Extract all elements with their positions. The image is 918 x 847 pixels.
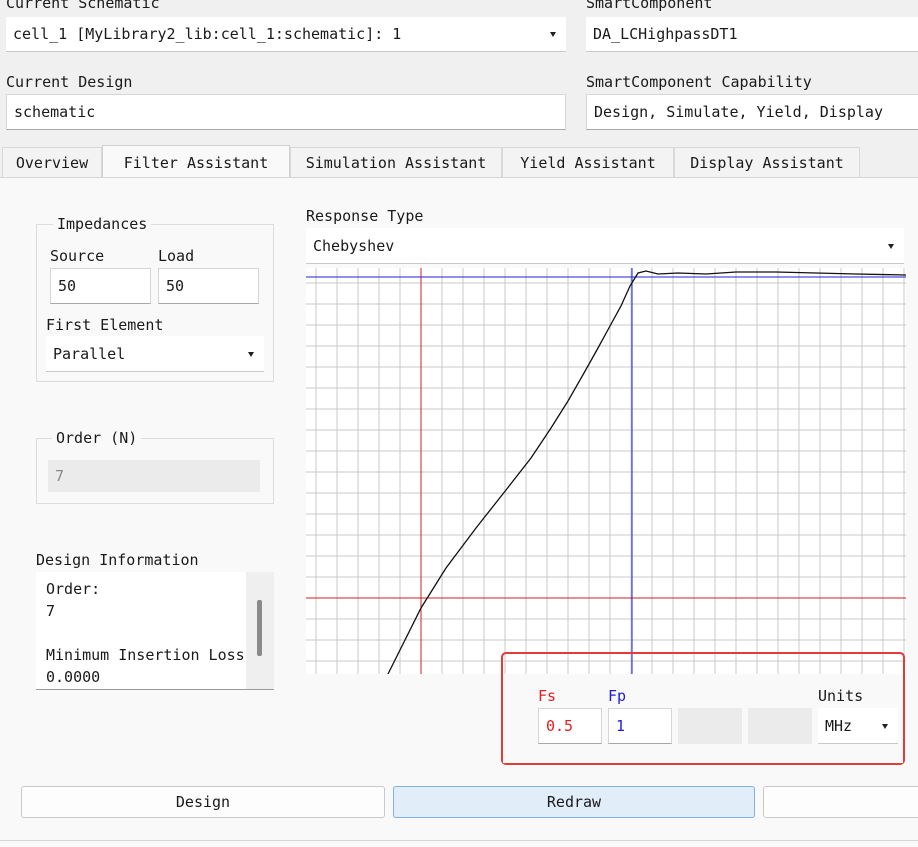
first-element-label: First Element xyxy=(46,316,164,334)
capability-field[interactable]: Design, Simulate, Yield, Display xyxy=(586,94,918,130)
first-element-dropdown[interactable]: Parallel xyxy=(46,336,264,372)
extra-freq-input-2[interactable] xyxy=(748,708,812,744)
fs-label: Fs xyxy=(538,687,557,705)
fp-value: 1 xyxy=(616,717,626,735)
redraw-button[interactable]: Redraw xyxy=(393,786,755,818)
current-design-value: schematic xyxy=(14,103,96,121)
chevron-down-icon xyxy=(882,723,888,729)
info-scrollbar[interactable] xyxy=(246,572,274,689)
design-information-box[interactable]: Order: 7 Minimum Insertion Loss 0.0000 xyxy=(36,572,274,690)
smart-component-field[interactable]: DA_LCHighpassDT1 xyxy=(586,17,918,52)
impedances-title: Impedances xyxy=(53,215,152,233)
first-element-value: Parallel xyxy=(53,344,126,363)
response-type-label: Response Type xyxy=(306,207,424,225)
capability-value: Design, Simulate, Yield, Display xyxy=(594,103,883,121)
units-label: Units xyxy=(818,687,864,705)
units-dropdown[interactable]: MHz xyxy=(818,708,898,744)
current-design-label: Current Design xyxy=(6,73,133,91)
units-value: MHz xyxy=(825,716,853,735)
tab-display-assistant[interactable]: Display Assistant xyxy=(674,147,860,178)
fs-value: 0.5 xyxy=(546,717,574,735)
tab-filter-assistant[interactable]: Filter Assistant xyxy=(102,145,290,179)
smart-component-label: SmartComponent xyxy=(586,0,713,12)
current-design-field[interactable]: schematic xyxy=(6,94,566,130)
tab-yield-assistant[interactable]: Yield Assistant xyxy=(502,147,674,178)
info-line: 0.0000 xyxy=(46,668,101,686)
extra-freq-input-1[interactable] xyxy=(678,708,742,744)
info-line: 7 xyxy=(46,602,56,620)
source-label: Source xyxy=(50,247,105,265)
third-button[interactable] xyxy=(763,786,918,818)
fp-input[interactable]: 1 xyxy=(608,708,672,744)
fs-input[interactable]: 0.5 xyxy=(538,708,602,744)
design-information-label: Design Information xyxy=(36,551,199,569)
bottom-divider xyxy=(0,840,918,841)
chevron-down-icon xyxy=(888,243,894,249)
capability-label: SmartComponent Capability xyxy=(586,73,812,91)
info-scroll-thumb[interactable] xyxy=(257,600,262,656)
info-line: Order: xyxy=(46,580,101,598)
chevron-down-icon xyxy=(550,32,556,37)
design-button[interactable]: Design xyxy=(21,786,385,818)
source-value: 50 xyxy=(58,277,77,295)
response-type-dropdown[interactable]: Chebyshev xyxy=(306,228,904,264)
order-input[interactable]: 7 xyxy=(48,460,260,492)
load-label: Load xyxy=(158,247,195,265)
order-value: 7 xyxy=(55,467,65,485)
response-plot xyxy=(306,268,906,674)
tab-overview[interactable]: Overview xyxy=(2,147,102,178)
current-schematic-value: cell_1 [MyLibrary2_lib:cell_1:schematic]… xyxy=(13,25,402,43)
order-title: Order (N) xyxy=(52,429,142,447)
current-schematic-dropdown[interactable]: cell_1 [MyLibrary2_lib:cell_1:schematic]… xyxy=(6,17,566,52)
current-schematic-label: Current Schematic xyxy=(6,0,160,12)
info-line: Minimum Insertion Loss xyxy=(46,646,245,664)
load-value: 50 xyxy=(166,277,185,295)
tab-bar: Overview Filter Assistant Simulation Ass… xyxy=(0,145,918,179)
response-type-value: Chebyshev xyxy=(313,236,395,255)
tab-simulation-assistant[interactable]: Simulation Assistant xyxy=(290,147,502,178)
smart-component-value: DA_LCHighpassDT1 xyxy=(593,25,738,43)
source-input[interactable]: 50 xyxy=(50,268,151,304)
load-input[interactable]: 50 xyxy=(158,268,259,304)
fp-label: Fp xyxy=(608,687,627,705)
chevron-down-icon xyxy=(248,351,254,357)
